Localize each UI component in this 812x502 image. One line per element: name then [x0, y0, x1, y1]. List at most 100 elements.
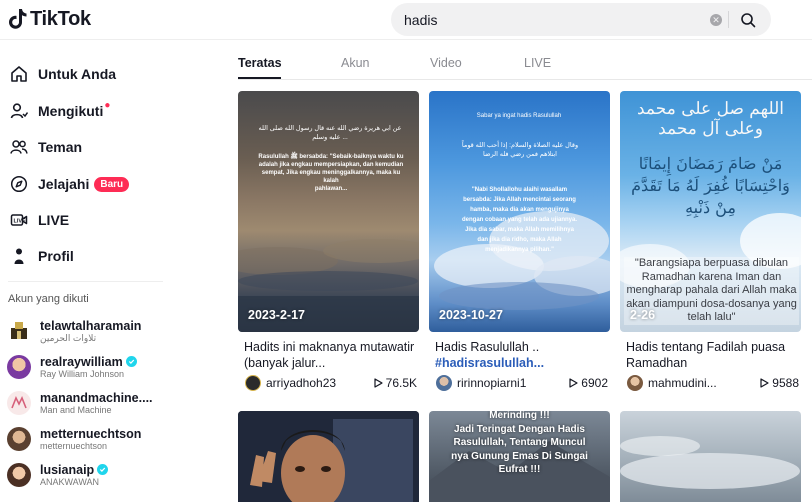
verified-badge-icon — [125, 356, 137, 367]
tab-accounts[interactable]: Akun — [341, 56, 370, 70]
creator-avatar[interactable] — [627, 375, 643, 391]
account-name: telawtalharamain — [40, 318, 142, 333]
view-count: 9588 — [760, 376, 799, 390]
video-thumbnail[interactable] — [238, 411, 419, 502]
view-count: 6902 — [569, 376, 608, 390]
creator-username[interactable]: arriyadhoh23 — [266, 376, 336, 390]
followed-account-item[interactable]: manandmachine.... Man and Machine — [7, 386, 172, 420]
video-thumbnail[interactable]: عن ابي هريرة رضي الله عنه قال رسول الله … — [238, 91, 419, 332]
video-meta: arriyadhoh23 76.5K — [245, 374, 417, 392]
arabic-salawat-overlay: اللهم صل على محمد وعلى آل محمد — [637, 99, 784, 139]
account-name: manandmachine.... — [40, 390, 153, 405]
video-meta: ririnnopiarni1 6902 — [436, 374, 608, 392]
tiktok-logo[interactable]: TikTok — [8, 7, 91, 31]
tiktok-note-icon — [9, 9, 27, 29]
view-count-value: 76.5K — [385, 376, 417, 390]
home-icon — [10, 65, 28, 83]
nav-label: Profil — [38, 248, 74, 264]
tab-live[interactable]: LIVE — [524, 56, 551, 70]
creator-avatar[interactable] — [436, 375, 452, 391]
verified-badge-icon — [97, 464, 109, 475]
arabic-hadith-overlay: مَنْ صَامَ رَمَضَانَ إِيمَانًا وَاحْتِسَ… — [624, 153, 797, 219]
top-header: TikTok ✕ — [0, 0, 812, 40]
new-badge: Baru — [94, 176, 130, 192]
hadith-overlay-text: "Nabi Shollallohu alaihi wasallam bersab… — [441, 185, 598, 255]
notification-dot: ● — [104, 99, 111, 111]
following-icon — [10, 102, 28, 120]
arabic-hadith-overlay: عن ابي هريرة رضي الله عنه قال رسول الله … — [258, 125, 402, 141]
overlay-line: dan jika dia ridho, maka Allah — [477, 237, 562, 243]
overlay-line: hamba, maka dia akan mengujinya — [470, 207, 569, 213]
overlay-line: dengan cobaan yang telah ada ujiannya. — [461, 217, 578, 223]
creator-avatar[interactable] — [245, 375, 261, 391]
search-icon — [741, 13, 756, 28]
account-name-row: lusianaip — [40, 462, 109, 477]
account-name-row: realraywilliam — [40, 355, 137, 369]
overlay-line: sempat, Jika engkau meninggalkannya, mak… — [261, 170, 401, 184]
overlay-line: Rasulullah, Tentang Muncul — [453, 437, 586, 448]
account-subtitle: ANAKWAWAN — [40, 476, 100, 487]
nav-label: LIVE — [38, 212, 70, 228]
preacher-portrait-image — [238, 411, 419, 502]
svg-text:LIVE: LIVE — [14, 219, 27, 225]
overlay-line: bersabda: Jika Allah mencintai seorang — [463, 197, 576, 203]
overlay-line: "Nabi Shollallohu alaihi wasallam — [471, 187, 568, 193]
nav-item-friends[interactable]: Teman — [10, 132, 170, 162]
nav-label: Jelajahi — [38, 176, 90, 192]
view-count-value: 6902 — [581, 376, 608, 390]
followed-account-item[interactable]: telawtalharamain تلاوات الحرمين — [7, 314, 172, 348]
search-bar[interactable]: ✕ — [391, 3, 771, 36]
video-meta: mahmudini... 9588 — [627, 374, 799, 392]
tab-video[interactable]: Video — [430, 56, 462, 70]
overlay-line: Eufrat !!! — [498, 464, 541, 475]
arabic-line: مِنْ ذَنْبِهِ — [685, 198, 736, 217]
video-thumbnail[interactable] — [620, 411, 801, 502]
following-accounts-title: Akun yang dikuti — [8, 293, 89, 305]
nav-label: Teman — [38, 139, 83, 155]
explore-icon — [10, 175, 28, 193]
video-thumbnail[interactable]: Sabar ya ingat hadis Rasulullah وقال علي… — [429, 91, 610, 332]
play-count-icon — [569, 378, 578, 388]
nav-label: Mengikuti — [38, 103, 104, 119]
overlay-text: Merinding !!! Jadi Teringat Dengan Hadis… — [437, 411, 602, 477]
nav-item-live[interactable]: LIVE LIVE — [10, 205, 170, 235]
avatar — [7, 319, 31, 343]
hadith-overlay-text: Rasulullah ﷺ bersabda: "Sebaik-baiknya w… — [256, 153, 406, 193]
video-date: 2-26 — [630, 308, 656, 322]
arabic-line: وَاحْتِسَابًا غُفِرَ لَهُ مَا تَقَدَّمَ — [631, 176, 790, 195]
search-button[interactable] — [735, 8, 761, 32]
clear-search-icon[interactable]: ✕ — [710, 14, 722, 26]
account-subtitle: Man and Machine — [40, 404, 112, 415]
overlay-line: adalah jika engkau mempersiapkan, dan ke… — [258, 162, 404, 168]
video-caption[interactable]: Hadis tentang Fadilah puasa Ramadhan — [626, 339, 798, 371]
creator-username[interactable]: ririnnopiarni1 — [457, 376, 526, 390]
account-subtitle: metternuechtson — [40, 440, 108, 451]
avatar — [7, 391, 31, 415]
account-name: lusianaip — [40, 462, 95, 477]
overlay-line: menjadikannya pilihan." — [485, 247, 554, 253]
nav-item-for-you[interactable]: Untuk Anda — [10, 59, 170, 89]
avatar — [7, 463, 31, 487]
followed-account-item[interactable]: metternuechtson metternuechtson — [7, 422, 172, 456]
profile-icon — [10, 247, 28, 265]
overlay-line: pahlawan... — [314, 186, 348, 192]
avatar — [7, 355, 31, 379]
followed-account-item[interactable]: realraywilliam Ray William Johnson — [7, 350, 172, 384]
video-thumbnail[interactable]: اللهم صل على محمد وعلى آل محمد مَنْ صَام… — [620, 91, 801, 332]
tab-top[interactable]: Teratas — [238, 56, 282, 70]
video-caption[interactable]: Hadits ini maknanya mutawatir (banyak ja… — [244, 339, 416, 371]
overlay-line: Jika dia sabar, maka Allah memilihnya — [465, 227, 574, 233]
nav-item-profile[interactable]: Profil — [10, 241, 170, 271]
play-count-icon — [760, 378, 769, 388]
caption-hashtag[interactable]: #hadisrasulullah... — [435, 355, 607, 371]
video-thumbnail[interactable]: Merinding !!! Jadi Teringat Dengan Hadis… — [429, 411, 610, 502]
active-tab-indicator — [238, 77, 281, 79]
overlay-line: nya Gunung Emas Di Sungai — [451, 450, 588, 462]
video-caption[interactable]: Hadis Rasulullah .. #hadisrasulullah... — [435, 339, 607, 371]
nav-item-explore[interactable]: Jelajahi Baru — [10, 169, 170, 199]
creator-username[interactable]: mahmudini... — [648, 376, 717, 390]
nav-item-following[interactable]: Mengikuti ● — [10, 96, 170, 126]
followed-account-item[interactable]: lusianaip ANAKWAWAN — [7, 458, 172, 492]
friends-icon — [10, 138, 28, 156]
search-input[interactable] — [391, 11, 691, 28]
